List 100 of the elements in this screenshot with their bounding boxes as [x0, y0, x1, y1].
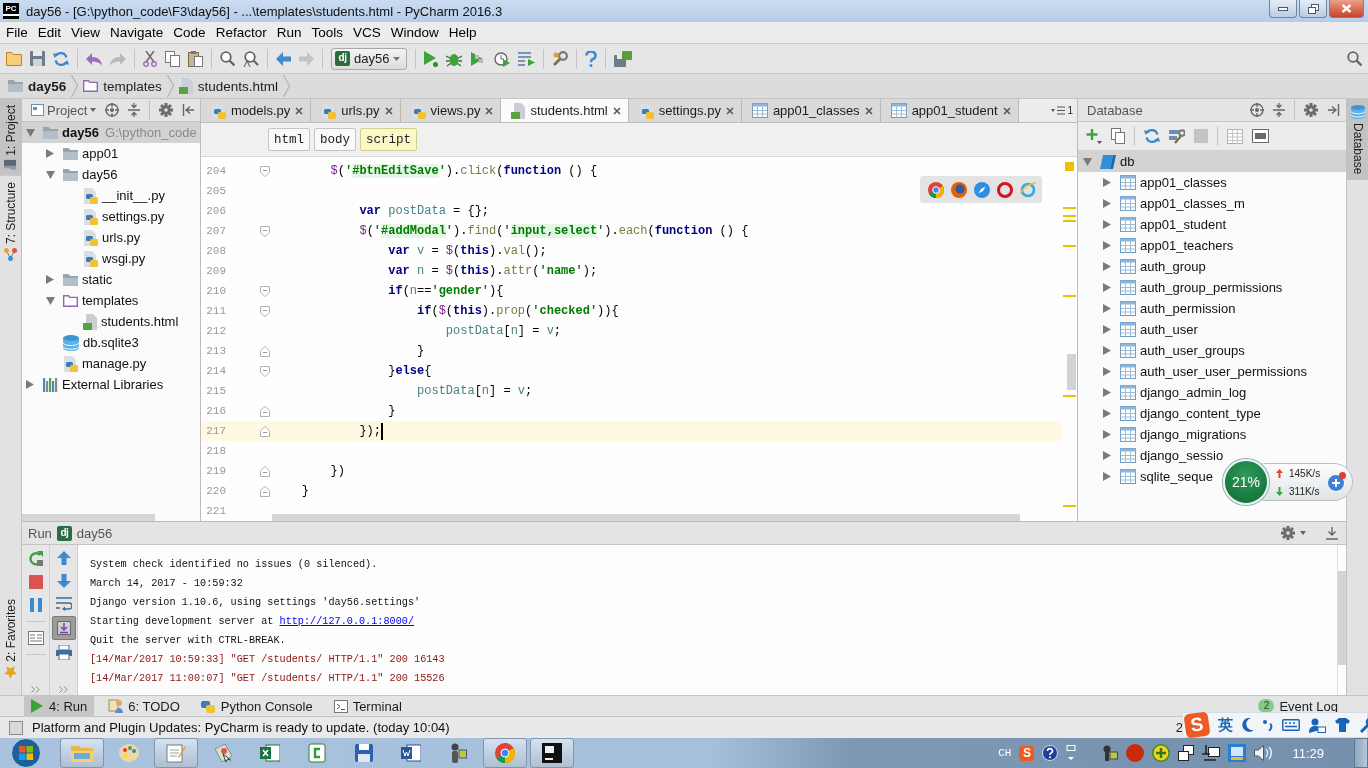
caret-right-icon[interactable] — [1103, 451, 1111, 460]
caret-down-icon[interactable] — [45, 170, 55, 179]
caret-right-icon[interactable] — [1103, 388, 1111, 397]
person-icon[interactable] — [1102, 745, 1119, 761]
app-icon[interactable] — [1228, 744, 1247, 762]
tree-item[interactable]: django_migrations — [1078, 424, 1251, 445]
tree-item[interactable]: app01_student — [1078, 214, 1231, 235]
tree-item[interactable]: django_admin_log — [1078, 382, 1251, 403]
floppy-icon[interactable] — [30, 51, 45, 66]
cpu-gauge[interactable]: 21% — [1223, 459, 1269, 505]
tool-window-tab[interactable]: 4: Run — [24, 695, 95, 717]
tree-item[interactable]: auth_user_groups — [1078, 340, 1249, 361]
tool-window-tab[interactable]: Python Console — [194, 695, 320, 717]
tree-item[interactable]: manage.py — [22, 353, 151, 374]
undo-icon[interactable] — [86, 51, 102, 66]
find-replace-icon[interactable] — [243, 50, 259, 67]
tool-window-tab[interactable]: Terminal — [327, 695, 409, 717]
windows-icon[interactable] — [1178, 745, 1195, 761]
frame-icon[interactable] — [9, 720, 23, 735]
console-icon[interactable] — [1252, 129, 1269, 143]
run-list-icon[interactable] — [518, 51, 536, 66]
scrollbar-thumb[interactable] — [1338, 571, 1346, 665]
refresh-icon[interactable] — [1144, 128, 1160, 144]
locate-icon[interactable] — [105, 103, 120, 117]
down-arrow-icon[interactable] — [56, 574, 71, 588]
tree-item[interactable]: static — [22, 269, 117, 290]
breadcrumb-item[interactable]: students.html — [176, 78, 281, 94]
tool-window-tab[interactable]: 2: Favorites — [0, 593, 21, 685]
tree-item[interactable]: templates — [22, 290, 143, 311]
tree-item[interactable]: db.sqlite3 — [22, 332, 143, 353]
tree-item[interactable]: app01 — [22, 143, 123, 164]
tree-item[interactable]: External Libraries — [22, 374, 168, 395]
caret-down-icon[interactable] — [45, 296, 55, 305]
taskbar-button[interactable] — [530, 738, 574, 768]
caret-right-icon[interactable] — [1103, 220, 1111, 229]
close-button[interactable] — [1329, 0, 1364, 18]
run-icon[interactable] — [424, 50, 439, 67]
editor-tab[interactable]: views.py — [400, 99, 502, 122]
tree-item[interactable]: django_content_type — [1078, 403, 1265, 424]
editor-tab[interactable]: app01_classes — [741, 99, 881, 122]
view-selector[interactable]: Project — [31, 102, 97, 118]
help-icon[interactable] — [585, 50, 598, 67]
fold-end-icon[interactable] — [260, 465, 270, 477]
close-icon[interactable] — [725, 106, 734, 115]
tree-item[interactable]: day56 — [22, 164, 122, 185]
status-message[interactable]: Platform and Plugin Updates: PyCharm is ready to update. (today 10:04) — [32, 720, 450, 735]
settings-icon[interactable] — [1281, 526, 1295, 540]
tree-item[interactable]: sqlite_seque — [1078, 466, 1217, 487]
user-icon[interactable] — [1309, 717, 1326, 733]
editor-tab[interactable]: urls.py — [311, 99, 401, 122]
tree-item[interactable]: auth_permission — [1078, 298, 1240, 319]
tool-window-tab[interactable]: 7: Structure — [0, 175, 21, 267]
network-icon[interactable] — [1202, 745, 1221, 761]
fold-end-icon[interactable] — [260, 485, 270, 497]
layout-icon[interactable] — [27, 631, 44, 645]
caret-right-icon[interactable] — [1103, 346, 1111, 355]
collapse-all-icon[interactable] — [1273, 103, 1285, 117]
fold-end-icon[interactable] — [260, 405, 270, 417]
soft-wrap-icon[interactable] — [55, 597, 72, 611]
tag-breadcrumb[interactable]: body — [314, 128, 357, 151]
menu-item[interactable]: View — [66, 25, 106, 40]
back-arrow-icon[interactable] — [276, 51, 291, 66]
caret-right-icon[interactable] — [1103, 304, 1111, 313]
fold-end-icon[interactable] — [260, 425, 270, 437]
keyboard-icon[interactable] — [1282, 719, 1300, 731]
caret-right-icon[interactable] — [1103, 430, 1111, 439]
close-icon[interactable] — [612, 106, 621, 115]
fold-end-icon[interactable] — [260, 345, 270, 357]
copy-icon[interactable] — [165, 50, 180, 67]
plus-icon[interactable] — [1326, 472, 1347, 492]
properties-icon[interactable] — [1169, 128, 1185, 144]
caret-right-icon[interactable] — [46, 275, 54, 284]
tool-window-tab[interactable]: 6: TODO — [102, 695, 187, 717]
tree-item[interactable]: auth_user — [1078, 319, 1202, 340]
close-icon[interactable] — [295, 106, 304, 115]
sdk-manager-icon[interactable] — [614, 50, 633, 67]
start-button[interactable] — [8, 738, 44, 768]
scrollbar-thumb[interactable] — [22, 514, 155, 521]
caret-right-icon[interactable] — [1103, 283, 1111, 292]
collapse-all-icon[interactable] — [128, 103, 141, 117]
paste-icon[interactable] — [188, 50, 203, 67]
caret-right-icon[interactable] — [1103, 409, 1111, 418]
tree-item[interactable]: db — [1078, 151, 1346, 172]
fold-start-icon[interactable] — [260, 285, 270, 297]
hide-icon[interactable] — [182, 104, 196, 116]
search-icon[interactable] — [220, 51, 235, 66]
more-icon[interactable] — [59, 686, 68, 693]
close-icon[interactable] — [1002, 106, 1011, 115]
plus-circle-icon[interactable] — [1152, 744, 1171, 762]
scrollbar-thumb[interactable] — [1067, 354, 1076, 390]
rerun-icon[interactable] — [28, 551, 43, 566]
caret-right-icon[interactable] — [1103, 367, 1111, 376]
tree-item[interactable]: urls.py — [22, 227, 145, 248]
show-desktop-button[interactable] — [1354, 738, 1368, 768]
tree-item[interactable]: settings.py — [22, 206, 169, 227]
tag-breadcrumb[interactable]: html — [268, 128, 310, 151]
scissors-icon[interactable] — [143, 50, 157, 67]
caret-right-icon[interactable] — [26, 380, 34, 389]
tree-item[interactable]: app01_teachers — [1078, 235, 1238, 256]
help-circle-icon[interactable] — [1042, 745, 1059, 761]
